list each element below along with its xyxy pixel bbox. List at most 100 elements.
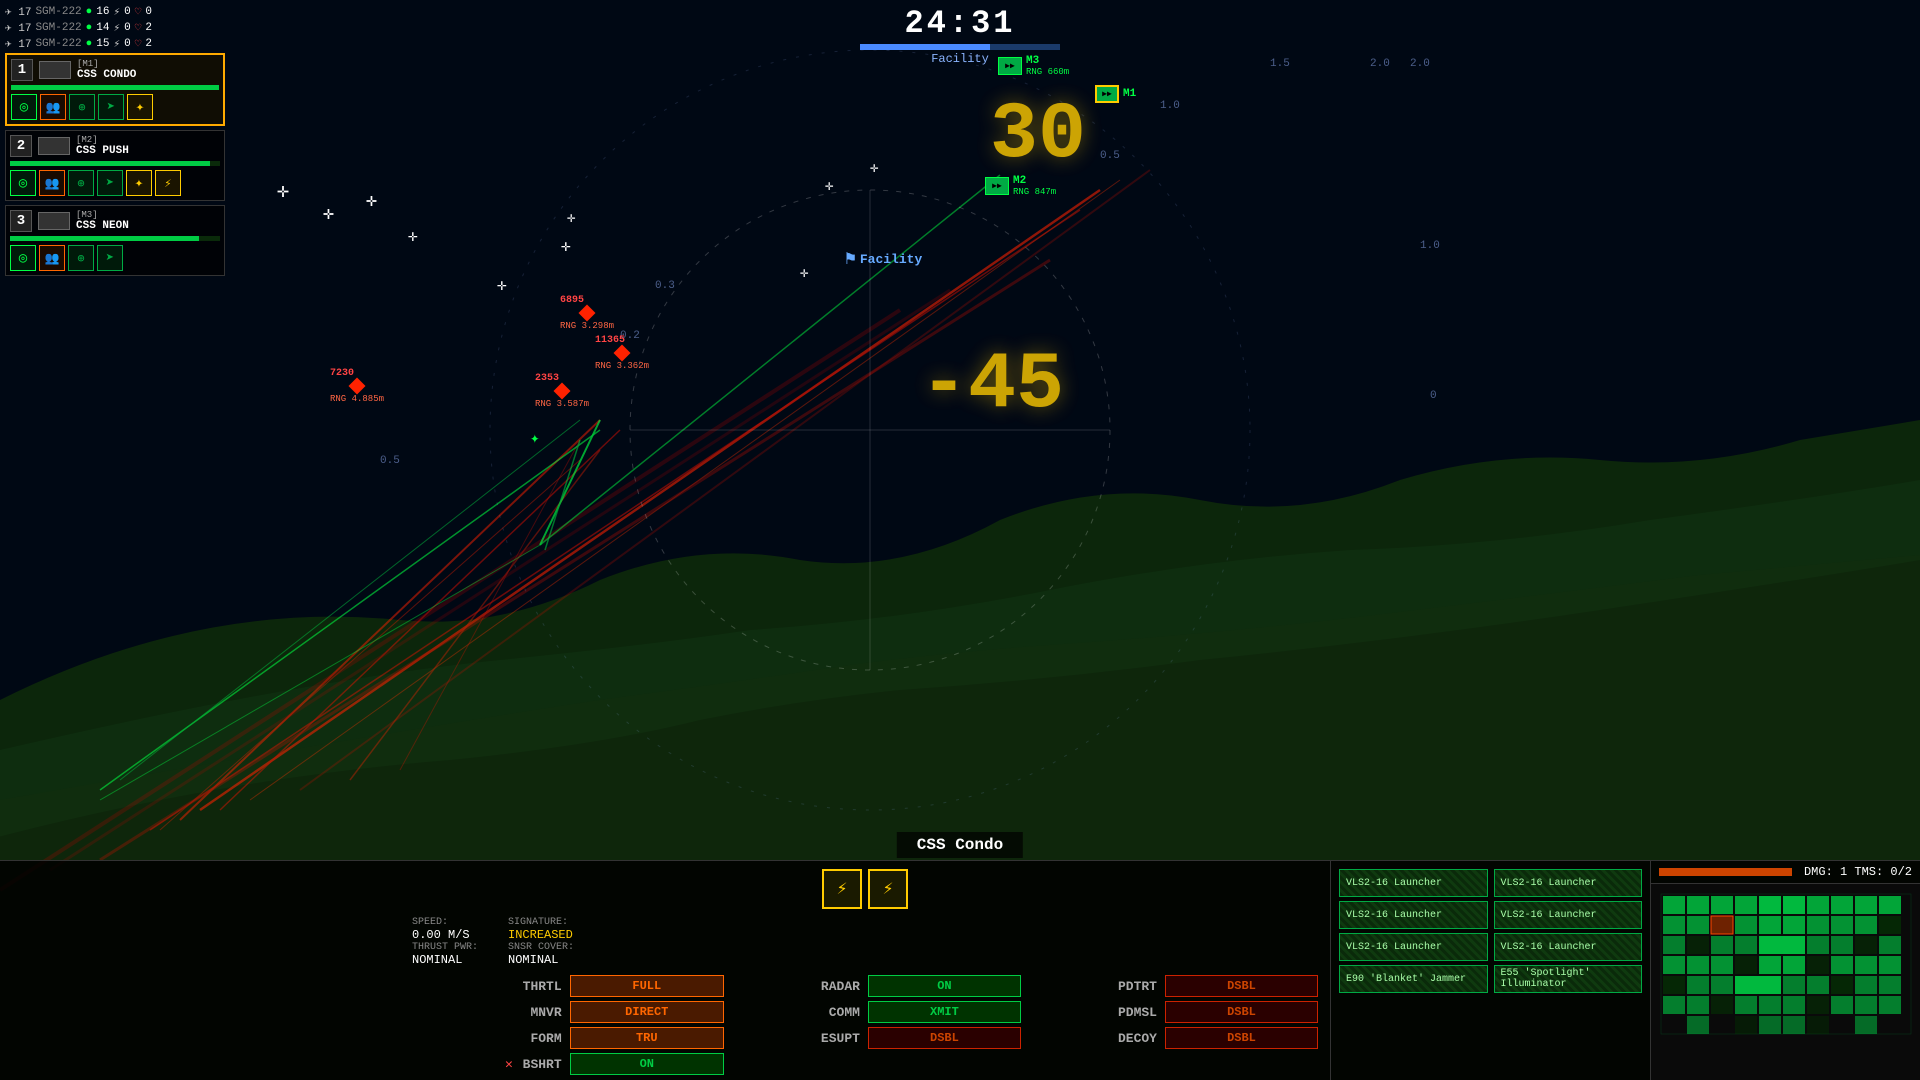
weapon-name-3: VLS2-16 Launcher [1346,910,1442,921]
decoy-label: DECOY [1025,1031,1161,1046]
weapon-box-6[interactable]: VLS2-16 Launcher [1494,933,1643,961]
esupt-label: ESUPT [728,1031,864,1046]
weapon-box-2[interactable]: VLS2-16 Launcher [1494,869,1643,897]
damage-bar [1659,868,1792,876]
mnvr-label: MNVR [412,1005,566,1020]
thrust-label: THRUST PWR: [412,942,478,953]
unit-health-bar-3 [10,236,220,241]
hud-main: ⚡ ⚡ SPEED: 0.00 M/S THRUST PWR: NOMINAL … [400,861,1330,1080]
pdmsl-button[interactable]: DSBL [1165,1001,1318,1023]
radar-icon-1[interactable]: ◎ [11,94,37,120]
weapon-name-5: VLS2-16 Launcher [1346,942,1442,953]
radar-icon-2[interactable]: ◎ [10,170,36,196]
ammo-row-2: ✈ 17 SGM-222 ● 14 ⚡ 0 ♡ 2 [5,21,225,35]
damage-label: DMG: 1 TMS: 0/2 [1804,865,1912,879]
damage-header: DMG: 1 TMS: 0/2 [1651,861,1920,884]
range-label-1_0: 1.0 [1160,100,1180,112]
target-icon-1[interactable]: ⊕ [69,94,95,120]
ammo-row-1: ✈ 17 SGM-222 ● 16 ⚡ 0 ♡ 0 [5,5,225,19]
weapon-box-4[interactable]: VLS2-16 Launcher [1494,901,1643,929]
pdtrt-button[interactable]: DSBL [1165,975,1318,997]
unit-icon-1 [39,61,71,79]
controls-grid: THRTL FULL RADAR ON PDTRT DSBL MNVR DIRE… [412,975,1318,1075]
weapon-box-5[interactable]: VLS2-16 Launcher [1339,933,1488,961]
radar-icon-3[interactable]: ◎ [10,245,36,271]
unit-marker-m1[interactable]: ▶▶ M1 [1095,85,1136,103]
weapon-row-4: E90 'Blanket' Jammer E55 'Spotlight' Ill… [1339,965,1642,993]
power-icon-2[interactable]: ⚡ [868,869,908,909]
enemy-marker-11365: 11365 RNG 3.362m [595,335,649,371]
unit-num-3: 3 [10,210,32,232]
power-icon-1[interactable]: ⚡ [822,869,862,909]
radar-button[interactable]: ON [868,975,1021,997]
weapon-row-3: VLS2-16 Launcher VLS2-16 Launcher [1339,933,1642,961]
arrow-icon-1[interactable]: ➤ [98,94,124,120]
unit-icons-row-2: ◎ 👥 ⊕ ➤ ✦ ⚡ [10,170,220,196]
thrtl-label: THRTL [412,979,566,994]
weapon-box-3[interactable]: VLS2-16 Launcher [1339,901,1488,929]
timer-bar [860,44,1060,50]
unit-card-3[interactable]: 3 [M3] CSS NEON ◎ 👥 ⊕ [5,205,225,276]
esupt-button[interactable]: DSBL [868,1027,1021,1049]
arrow-icon-3[interactable]: ➤ [97,245,123,271]
timer-bar-fill [860,44,990,50]
special-icon-2[interactable]: ✦ [126,170,152,196]
decoy-button[interactable]: DSBL [1165,1027,1318,1049]
weapon-name-1: VLS2-16 Launcher [1346,878,1442,889]
target-icon-2[interactable]: ⊕ [68,170,94,196]
neutral-marker-5: ✛ [497,275,507,295]
unit-health-fill-1 [11,85,219,90]
unit-name-2: CSS PUSH [76,145,129,157]
signature-stat: SIGNATURE: INCREASED SNSR COVER: NOMINAL [508,917,574,967]
people-icon-1[interactable]: 👥 [40,94,66,120]
neutral-marker-10: ✛ [870,160,878,177]
unit-health-bar-2 [10,161,220,166]
neutral-marker-9: ✛ [825,178,833,195]
comm-button[interactable]: XMIT [868,1001,1021,1023]
snsr-value: NOMINAL [508,953,574,967]
unit-card-2[interactable]: 2 [M2] CSS PUSH ◎ 👥 ⊕ [5,130,225,201]
mnvr-button[interactable]: DIRECT [570,1001,724,1023]
people-icon-2[interactable]: 👥 [39,170,65,196]
unit-id-3: [M3] [76,210,129,220]
arrow-icon-2[interactable]: ➤ [97,170,123,196]
ship-diagram-svg [1651,884,1920,1044]
big-number-30: 30 [990,90,1086,181]
range-label-2_0: 2.0 [1370,58,1390,70]
weapon-row-1: VLS2-16 Launcher VLS2-16 Launcher [1339,869,1642,897]
people-icon-3[interactable]: 👥 [39,245,65,271]
unit-num-1: 1 [11,59,33,81]
weapon-box-7[interactable]: E90 'Blanket' Jammer [1339,965,1488,993]
enemy-marker-6895: 6895 RNG 3.298m [560,295,614,331]
weapon-name-6: VLS2-16 Launcher [1501,942,1597,953]
thrtl-button[interactable]: FULL [570,975,724,997]
unit-id-1: [M1] [77,59,136,69]
unit-card-1[interactable]: 1 [M1] CSS CONDO ◎ 👥 ⊕ [5,53,225,126]
range-label-0b: 0 [1430,390,1437,402]
unit-num-2: 2 [10,135,32,157]
range-label-0_5b: 0.5 [380,455,400,467]
form-button[interactable]: TRU [570,1027,724,1049]
lightning2-icon-2[interactable]: ⚡ [155,170,181,196]
ammo-row-3: ✈ 17 SGM-222 ● 15 ⚡ 0 ♡ 2 [5,37,225,51]
unit-marker-m2[interactable]: ▶▶ M2 RNG 847m [985,175,1056,197]
unit-icons-row-3: ◎ 👥 ⊕ ➤ [10,245,220,271]
unit-name-3: CSS NEON [76,220,129,232]
ship-diagram [1651,884,1920,1080]
weapon-box-1[interactable]: VLS2-16 Launcher [1339,869,1488,897]
unit-health-fill-2 [10,161,210,166]
weapon-box-8[interactable]: E55 'Spotlight' Illuminator [1494,965,1643,993]
radar-label: RADAR [728,979,864,994]
neutral-marker-4: ✛ [408,226,418,246]
range-label-1_0b: 1.0 [1420,240,1440,252]
unit-id-2: [M2] [76,135,129,145]
bshrt-button[interactable]: ON [570,1053,724,1075]
sig-value: INCREASED [508,928,574,942]
enemy-marker-7230: 7230 RNG 4.885m [330,368,384,404]
target-icon-3[interactable]: ⊕ [68,245,94,271]
weapon-name-2: VLS2-16 Launcher [1501,878,1597,889]
neutral-marker-1: ✛ [277,178,289,204]
speed-stat: SPEED: 0.00 M/S THRUST PWR: NOMINAL [412,917,478,967]
game-canvas: 2.0 1.5 1.0 0.5 0.3 0.2 0.5 2.0 1.0 0 30… [0,0,1920,1080]
lightning-icon-1[interactable]: ✦ [127,94,153,120]
